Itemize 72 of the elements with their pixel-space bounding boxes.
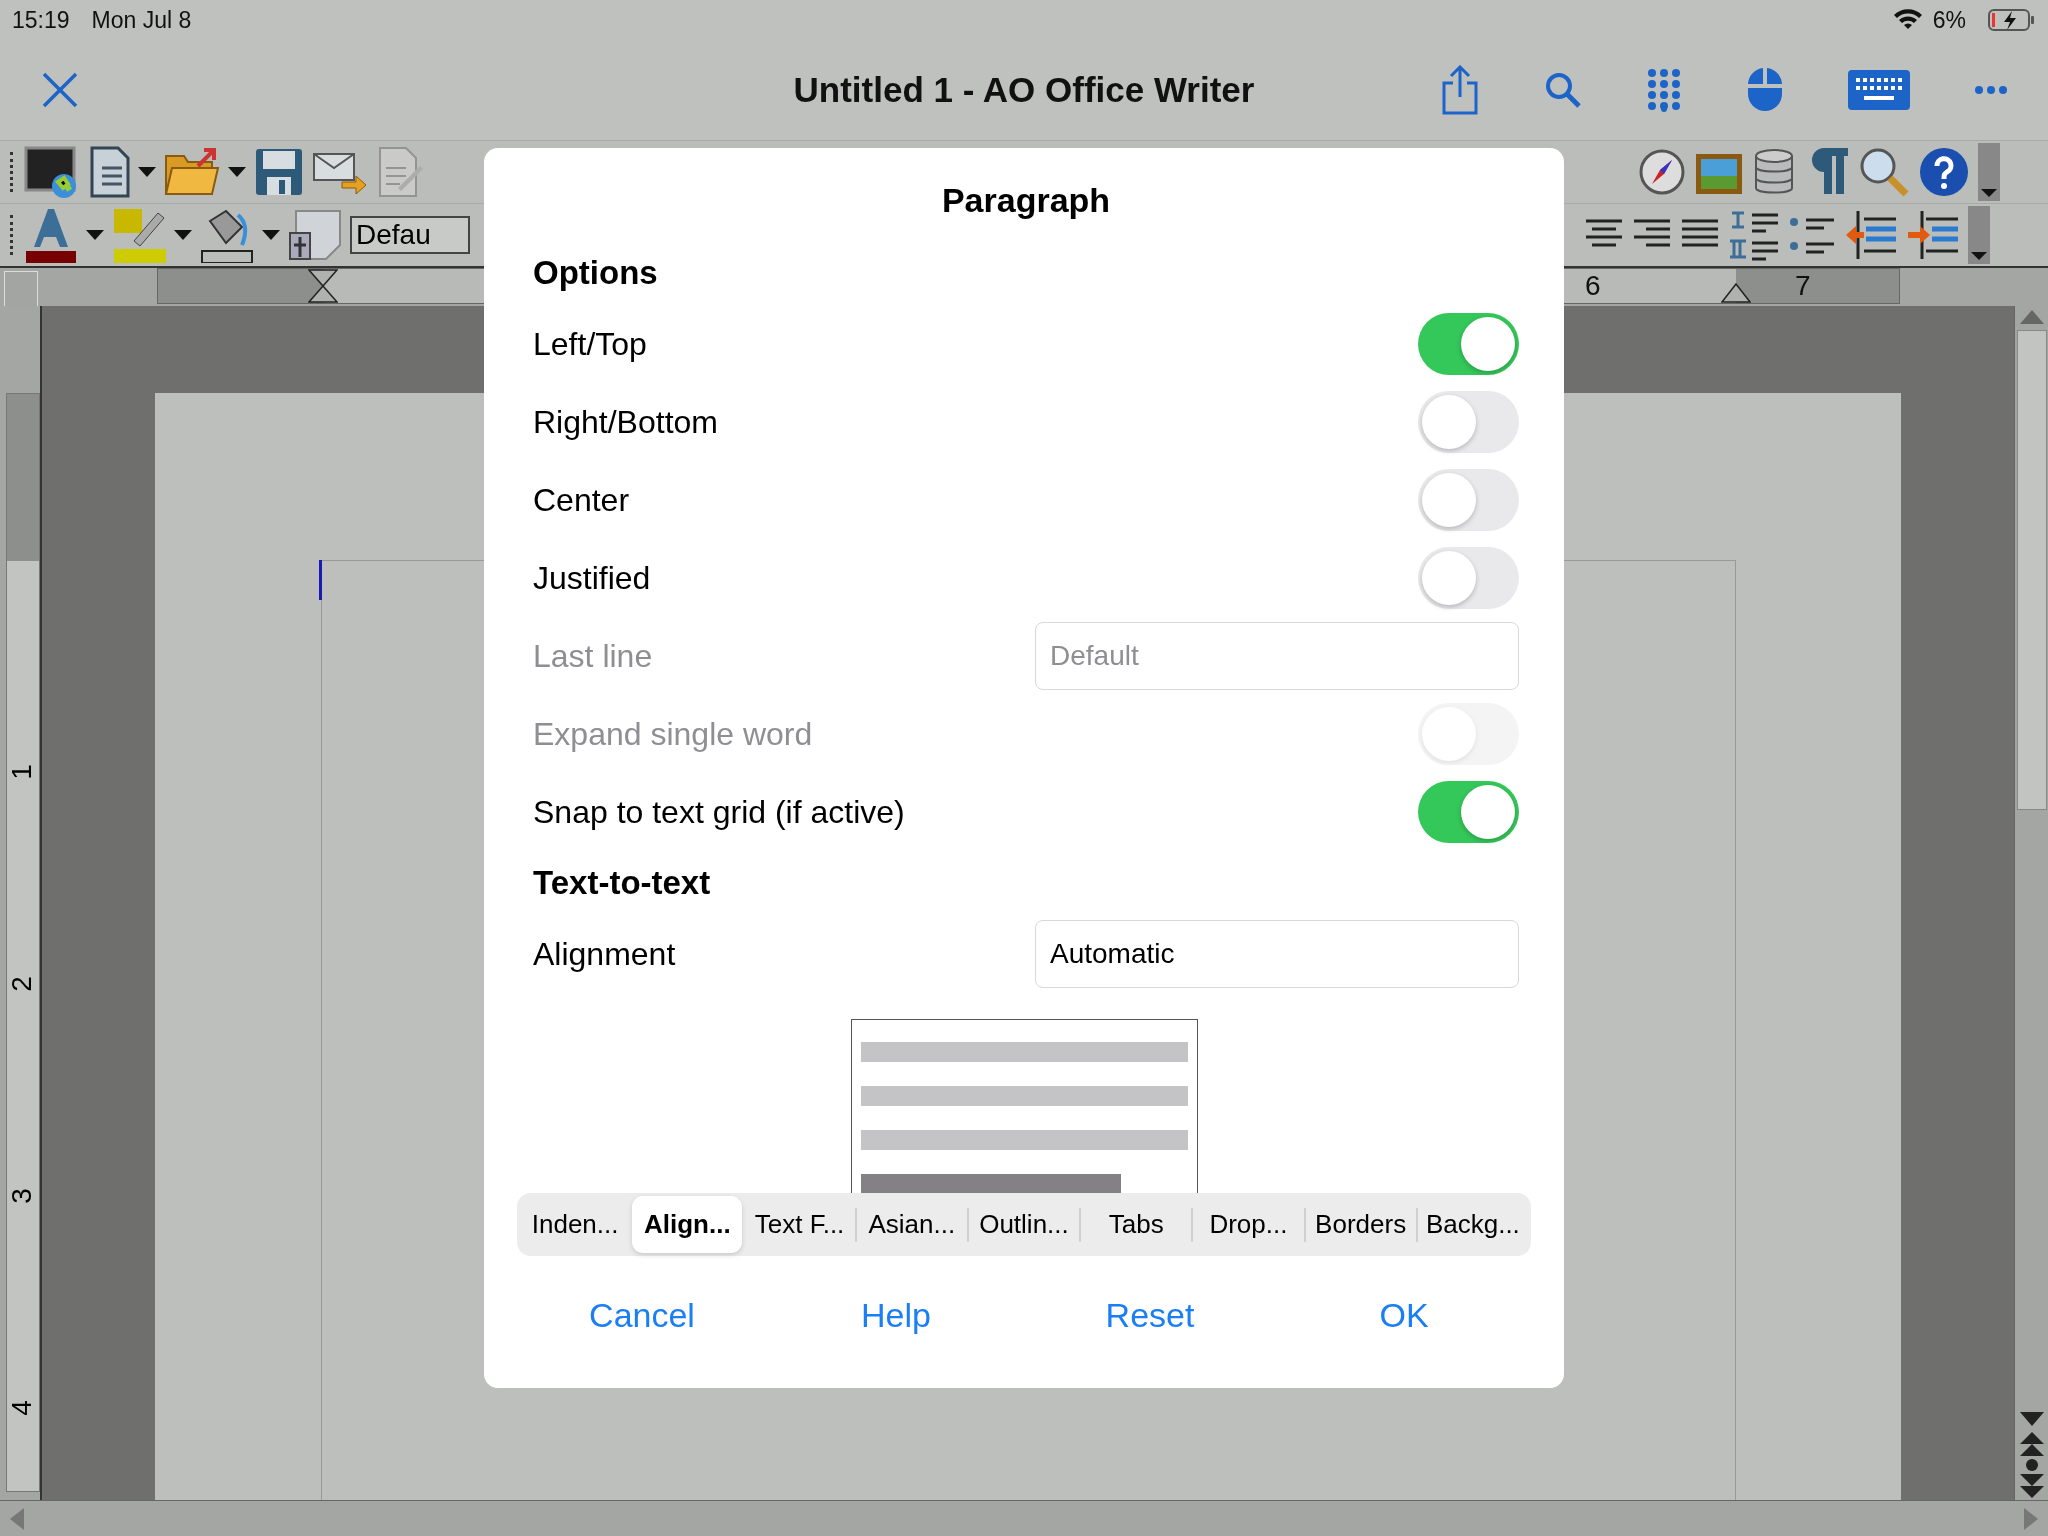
tab[interactable]: Inden... [520, 1196, 631, 1253]
option-label: Last line [533, 637, 653, 675]
text-cursor [319, 560, 322, 600]
scrollbar-thumb[interactable] [2016, 330, 2047, 810]
increase-indent-icon[interactable] [1906, 209, 1960, 261]
tab[interactable]: Backg... [1417, 1196, 1528, 1253]
overflow-caret-icon[interactable] [1978, 143, 2000, 201]
share-icon[interactable] [1440, 65, 1480, 115]
tab[interactable]: Drop... [1193, 1196, 1304, 1253]
option-label: Center [533, 481, 630, 519]
open-folder-icon[interactable] [164, 146, 220, 198]
help-icon[interactable] [1918, 146, 1970, 198]
paragraph-style-box[interactable]: Defau [350, 216, 470, 254]
ruler-number: 1 [6, 763, 38, 782]
dropdown-caret-icon[interactable] [86, 230, 104, 240]
dropdown-caret-icon[interactable] [262, 230, 280, 240]
ruler-number: 6 [1585, 270, 1601, 302]
dialog-button[interactable]: Cancel [581, 1292, 703, 1339]
tab[interactable]: Outlin... [968, 1196, 1080, 1253]
page-style-icon[interactable] [288, 209, 342, 261]
numbered-list-icon[interactable] [1728, 209, 1780, 261]
more-icon[interactable] [1974, 85, 2008, 95]
dialog-button[interactable]: OK [1371, 1292, 1437, 1339]
section-heading: Text-to-text [533, 863, 711, 903]
select-field[interactable]: Automatic [1035, 920, 1519, 988]
ruler-number: 3 [6, 1187, 38, 1206]
ruler-number: 7 [1795, 270, 1811, 302]
paint-bucket-icon[interactable] [200, 207, 254, 263]
font-color-icon[interactable] [24, 207, 78, 263]
option-label: Expand single word [533, 715, 813, 753]
right-indent-marker-icon[interactable] [1721, 283, 1751, 303]
window-title: Untitled 1 - AO Office Writer [793, 70, 1255, 110]
wifi-icon [1892, 9, 1923, 31]
save-icon[interactable] [254, 147, 304, 197]
overflow-caret-icon[interactable] [1968, 206, 1990, 264]
mouse-icon[interactable] [1746, 66, 1784, 114]
ruler-number: 2 [6, 975, 38, 994]
tab[interactable]: Asian... [856, 1196, 967, 1253]
ruler-number: 4 [6, 1399, 38, 1418]
tab[interactable]: Borders [1305, 1196, 1416, 1253]
option-label: Snap to text grid (if active) [533, 793, 905, 831]
dialog-button[interactable]: Reset [1097, 1292, 1203, 1339]
magnifier-icon[interactable] [1858, 146, 1910, 198]
section-heading: Options [533, 253, 658, 293]
option-label: Justified [533, 559, 651, 597]
tab[interactable]: Align... [632, 1196, 743, 1253]
dialog-button[interactable]: Help [853, 1292, 939, 1339]
tab[interactable]: Tabs [1081, 1196, 1192, 1253]
email-icon[interactable] [312, 150, 368, 194]
close-icon[interactable] [40, 70, 80, 110]
dropdown-caret-icon[interactable] [228, 167, 246, 177]
status-time: 15:19 [12, 6, 70, 34]
indent-marker-icon[interactable] [308, 269, 338, 303]
database-icon[interactable] [1752, 148, 1796, 196]
option-label: Right/Bottom [533, 403, 718, 441]
dial-pad-icon[interactable] [1646, 68, 1682, 112]
navigator-dot-icon[interactable] [2024, 1458, 2039, 1472]
decrease-indent-icon[interactable] [1844, 209, 1898, 261]
option-label: Left/Top [533, 325, 647, 363]
compass-icon[interactable] [1638, 148, 1686, 196]
search-icon[interactable] [1544, 71, 1582, 109]
tab[interactable]: Text F... [744, 1196, 855, 1253]
battery-charging-icon [1988, 8, 2036, 32]
dropdown-caret-icon[interactable] [138, 167, 156, 177]
battery-percentage: 6% [1932, 6, 1966, 34]
keyboard-icon[interactable] [1848, 70, 1910, 110]
highlighter-icon[interactable] [112, 207, 166, 263]
dialog-title: Paragraph [941, 180, 1111, 221]
dropdown-caret-icon[interactable] [174, 230, 192, 240]
monitor-globe-icon[interactable] [24, 146, 78, 198]
status-date: Mon Jul 8 [91, 6, 192, 34]
option-label: Alignment [533, 935, 676, 973]
